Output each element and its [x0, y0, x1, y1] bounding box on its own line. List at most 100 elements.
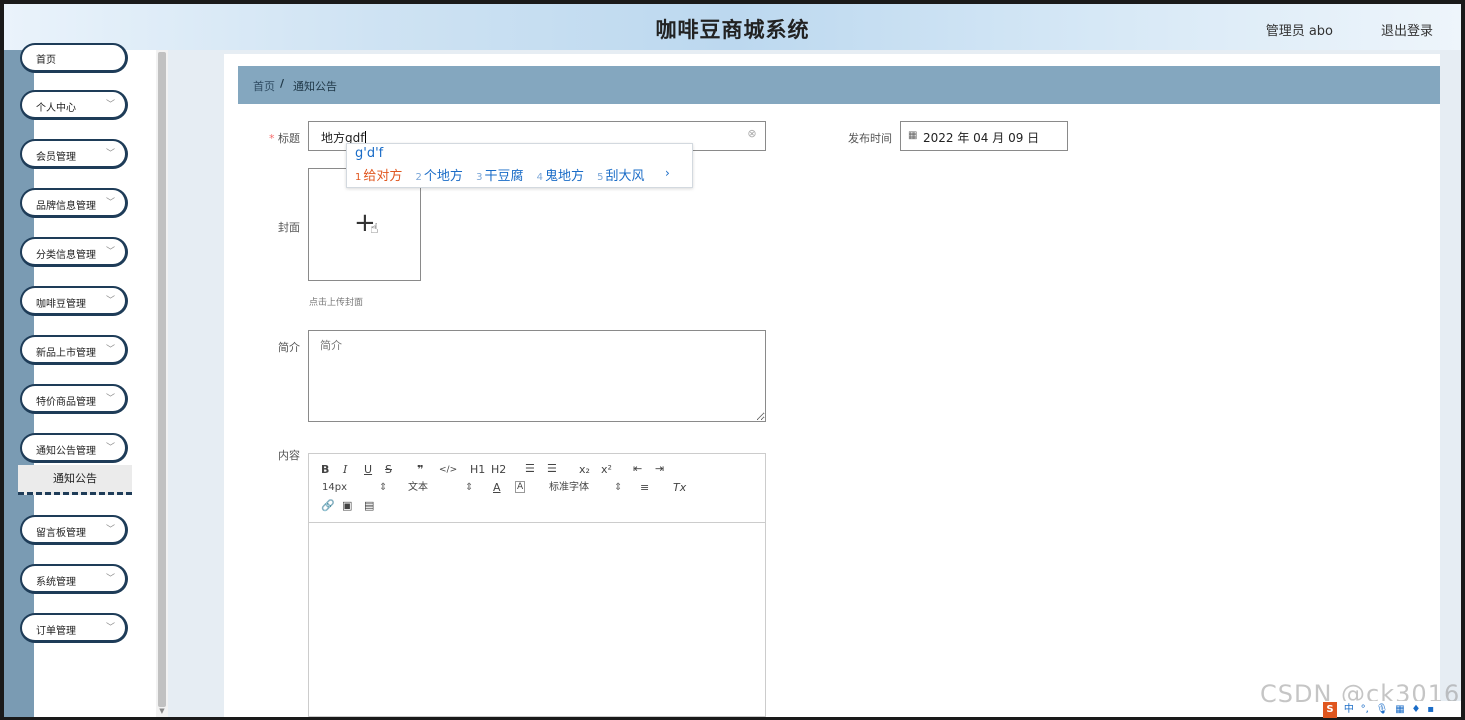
sidebar-item-categories[interactable]: 分类信息管理 ﹀	[20, 237, 128, 267]
ime-candidates: 1 给对方 2 个地方 3 干豆腐 4 鬼地方 5 刮大风	[355, 165, 654, 184]
sidebar-item-label: 个人中心	[36, 103, 76, 114]
ime-candidate[interactable]: 1 给对方	[355, 169, 402, 184]
sidebar-item-brands[interactable]: 品牌信息管理 ﹀	[20, 188, 128, 218]
cover-upload-hint: 点击上传封面	[309, 298, 364, 308]
align-icon[interactable]: ≡	[640, 481, 649, 495]
h2-button[interactable]: H2	[491, 463, 506, 477]
ime-candidate[interactable]: 3 干豆腐	[476, 169, 523, 184]
outdent-icon[interactable]: ⇤	[633, 462, 642, 476]
sidebar-item-message-board[interactable]: 留言板管理 ﹀	[20, 515, 128, 545]
ime-candidate-number: 1	[355, 172, 362, 183]
sidebar-item-label: 首页	[36, 55, 56, 66]
font-family-select[interactable]: 标准字体	[549, 481, 589, 495]
title-label: * 标题	[262, 130, 300, 146]
subscript-button[interactable]: x₂	[579, 463, 590, 477]
superscript-button[interactable]: x²	[601, 463, 612, 477]
ime-candidate-number: 2	[415, 172, 422, 183]
sidebar-item-specials[interactable]: 特价商品管理 ﹀	[20, 384, 128, 414]
calendar-icon: ▦	[908, 130, 918, 141]
breadcrumb-home[interactable]: 首页	[253, 78, 275, 94]
code-block-button[interactable]: </>	[439, 463, 457, 477]
sidebar-item-label: 新品上市管理	[36, 348, 96, 359]
sidebar-item-label: 会员管理	[36, 152, 76, 163]
background-color-button[interactable]: A	[515, 481, 526, 493]
indent-icon[interactable]: ⇥	[655, 462, 664, 476]
ime-mode-icon[interactable]: 中	[1344, 702, 1354, 718]
ime-candidate-text: 鬼地方	[544, 169, 584, 184]
sidebar-item-coffee-beans[interactable]: 咖啡豆管理 ﹀	[20, 286, 128, 316]
ime-candidate[interactable]: 5 刮大风	[597, 169, 644, 184]
ime-candidate[interactable]: 4 鬼地方	[537, 169, 584, 184]
publish-time-label: 发布时间	[848, 132, 892, 145]
text-color-button[interactable]: A	[493, 481, 501, 495]
italic-button[interactable]: I	[343, 463, 347, 477]
header-select[interactable]: 文本	[408, 481, 428, 495]
sidebar-item-label: 通知公告管理	[36, 446, 96, 457]
sidebar-item-new-products[interactable]: 新品上市管理 ﹀	[20, 335, 128, 365]
sidebar-item-notices[interactable]: 通知公告管理 ﹀	[20, 433, 128, 463]
sidebar-item-label: 咖啡豆管理	[36, 299, 86, 310]
ime-candidate-text: 干豆腐	[484, 169, 524, 184]
title-label-text: 标题	[278, 132, 300, 145]
ime-candidate-text: 给对方	[363, 169, 403, 184]
ime-candidate-window: g'd'f 1 给对方 2 个地方 3 干豆腐 4 鬼地方 5 刮大风 ›	[346, 143, 693, 188]
sidebar: 首页 个人中心 ﹀ 会员管理 ﹀ 品牌信息管理 ﹀ 分类信息管理 ﹀ 咖啡豆管理…	[4, 43, 156, 717]
chevron-down-icon: ﹀	[105, 198, 115, 208]
link-icon[interactable]: 🔗	[321, 499, 335, 513]
punctuation-icon[interactable]: °,	[1361, 702, 1369, 718]
ime-candidate-text: 个地方	[423, 169, 463, 184]
logout-link[interactable]: 退出登录	[1381, 20, 1433, 39]
chevron-down-icon: ﹀	[105, 100, 115, 110]
bullet-list-icon[interactable]: ☰	[547, 462, 557, 476]
editor-toolbar: B I U S ❞ </> H1 H2 ☰ ☰ x₂ x² ⇤ ⇥ 14px ⇕…	[309, 454, 765, 523]
blockquote-button[interactable]: ❞	[417, 463, 423, 477]
content-label: 内容	[278, 449, 300, 462]
sidebar-item-profile[interactable]: 个人中心 ﹀	[20, 90, 128, 120]
ime-candidate[interactable]: 2 个地方	[416, 169, 463, 184]
ime-next-page-icon[interactable]: ›	[665, 166, 670, 180]
sidebar-item-label: 品牌信息管理	[36, 201, 96, 212]
strike-button[interactable]: S	[385, 463, 392, 477]
sidebar-scroll-thumb[interactable]	[158, 52, 166, 707]
current-user-label: 管理员 abo	[1265, 24, 1333, 39]
sidebar-subitem-notices[interactable]: 通知公告	[18, 465, 132, 495]
ordered-list-icon[interactable]: ☰	[525, 462, 535, 476]
image-icon[interactable]: ▣	[342, 499, 352, 513]
font-size-select[interactable]: 14px	[322, 481, 347, 495]
ime-tray: S 中 °, 🎙 ▦ ♦ ▪	[1323, 701, 1461, 718]
clear-icon[interactable]: ⊗	[746, 128, 758, 140]
breadcrumb: 首页 / 通知公告	[238, 66, 1440, 104]
h1-button[interactable]: H1	[470, 463, 485, 477]
skin-icon[interactable]: ♦	[1411, 702, 1420, 718]
chevron-down-icon: ﹀	[105, 345, 115, 355]
select-arrow-icon: ⇕	[379, 482, 388, 493]
sidebar-item-members[interactable]: 会员管理 ﹀	[20, 139, 128, 169]
clean-format-button[interactable]: Tx	[673, 481, 686, 495]
toolbox-icon[interactable]: ▪	[1427, 702, 1434, 718]
sidebar-item-home[interactable]: 首页	[20, 43, 128, 73]
scroll-down-icon[interactable]: ▼	[157, 706, 167, 716]
keyboard-icon[interactable]: ▦	[1395, 702, 1404, 718]
hand-pointer-icon: ☝	[370, 221, 379, 237]
sidebar-item-label: 系统管理	[36, 577, 76, 588]
video-icon[interactable]: ▤	[364, 499, 374, 513]
underline-button[interactable]: U	[364, 463, 372, 477]
sogou-logo-icon: S	[1323, 702, 1337, 718]
microphone-icon[interactable]: 🎙	[1376, 702, 1389, 718]
select-arrow-icon: ⇕	[465, 482, 474, 493]
sidebar-item-system[interactable]: 系统管理 ﹀	[20, 564, 128, 594]
publish-date-picker[interactable]: ▦ 2022 年 04 月 09 日	[900, 121, 1068, 151]
app-header: 咖啡豆商城系统 管理员 abo 退出登录	[4, 4, 1461, 51]
chevron-down-icon: ﹀	[105, 443, 115, 453]
intro-textarea[interactable]	[308, 330, 766, 422]
ime-pinyin: g'd'f	[355, 146, 384, 161]
sidebar-item-orders[interactable]: 订单管理 ﹀	[20, 613, 128, 643]
publish-date-value: 2022 年 04 月 09 日	[923, 131, 1040, 145]
bold-button[interactable]: B	[321, 463, 329, 477]
chevron-down-icon: ﹀	[105, 525, 115, 535]
rich-text-editor: B I U S ❞ </> H1 H2 ☰ ☰ x₂ x² ⇤ ⇥ 14px ⇕…	[308, 453, 766, 717]
chevron-down-icon: ﹀	[105, 394, 115, 404]
required-mark: *	[269, 132, 275, 145]
breadcrumb-separator: /	[280, 77, 285, 90]
intro-label: 简介	[278, 341, 300, 354]
